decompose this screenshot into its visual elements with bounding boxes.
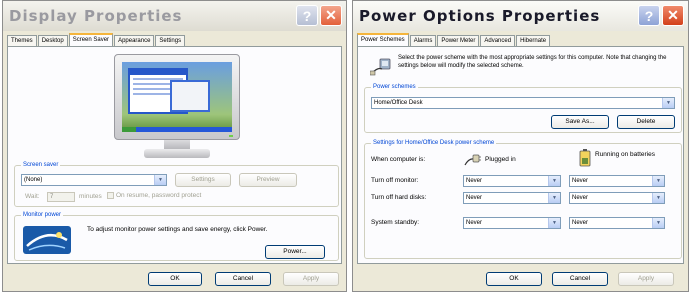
chevron-down-icon: ▼ (652, 193, 664, 203)
chevron-down-icon: ▼ (548, 176, 560, 186)
monitor-screen (122, 62, 232, 132)
hard-disks-battery-select[interactable]: Never ▼ (569, 192, 665, 204)
power-tabs: Power Schemes Alarms Power Meter Advance… (357, 33, 551, 46)
power-titlebar[interactable]: Power Options Properties ? ✕ (353, 1, 688, 31)
preview-taskbar (122, 127, 232, 132)
screen-saver-group: Screen saver (None) ▼ Settings Preview W… (14, 161, 339, 207)
standby-plugged-select[interactable]: Never ▼ (463, 217, 561, 229)
monitor-power-text: To adjust monitor power settings and sav… (87, 226, 268, 233)
screen-saver-preview-button[interactable]: Preview (239, 173, 297, 187)
password-protect-checkbox[interactable] (107, 192, 114, 199)
standby-battery-value: Never (572, 220, 589, 226)
plug-icon (464, 154, 481, 166)
chevron-down-icon: ▼ (548, 193, 560, 203)
tab-power-meter[interactable]: Power Meter (437, 35, 480, 46)
tab-desktop[interactable]: Desktop (37, 35, 68, 46)
tab-alarms[interactable]: Alarms (409, 35, 437, 46)
power-cancel-button[interactable]: Cancel (552, 272, 608, 286)
monitor-power-group-label: Monitor power (21, 211, 64, 219)
power-intro-text: Select the power scheme with the most ap… (398, 55, 667, 69)
close-button[interactable]: ✕ (662, 5, 684, 26)
hard-disks-plugged-select[interactable]: Never ▼ (463, 192, 561, 204)
monitor-power-group: Monitor power To adjust monitor power se… (14, 211, 339, 261)
standby-plugged-value: Never (466, 220, 483, 226)
wait-minutes-spinner[interactable]: 7 (47, 192, 75, 202)
power-title: Power Options Properties (359, 7, 601, 25)
on-batteries-label: Running on batteries (595, 151, 655, 158)
screen-saver-select[interactable]: (None) ▼ (21, 174, 167, 186)
help-icon: ? (302, 7, 312, 24)
scheme-settings-group-label: Settings for Home/Office Desk power sche… (371, 139, 497, 147)
screen-saver-group-label: Screen saver (21, 161, 61, 169)
power-plug-icon (370, 58, 391, 76)
preview-window-secondary (170, 80, 210, 112)
save-as-button[interactable]: Save As... (551, 115, 609, 129)
power-scheme-select[interactable]: Home/Office Desk ▼ (371, 97, 675, 109)
power-button[interactable]: Power... (265, 245, 325, 259)
wait-minutes-value: 7 (50, 194, 54, 200)
close-icon: ✕ (325, 7, 337, 23)
display-apply-button[interactable]: Apply (283, 272, 339, 286)
close-button[interactable]: ✕ (320, 5, 342, 26)
monitor-battery-value: Never (572, 178, 589, 184)
monitor-base (144, 149, 210, 158)
wait-label: Wait: (25, 193, 40, 200)
turn-off-monitor-label: Turn off monitor: (371, 177, 419, 184)
tab-hibernate[interactable]: Hibernate (516, 35, 551, 46)
plugged-in-label: Plugged in (485, 156, 516, 163)
display-titlebar[interactable]: Display Properties ? ✕ (3, 1, 346, 31)
help-icon: ? (644, 7, 654, 24)
minutes-label: minutes (79, 193, 102, 200)
tab-screen-saver[interactable]: Screen Saver (68, 33, 114, 46)
monitor-plugged-value: Never (466, 178, 483, 184)
tab-themes[interactable]: Themes (7, 35, 37, 46)
display-properties-dialog: Display Properties ? ✕ Themes Desktop Sc… (2, 0, 347, 292)
monitor-plugged-select[interactable]: Never ▼ (463, 175, 561, 187)
display-tabs: Themes Desktop Screen Saver Appearance S… (7, 33, 186, 46)
power-schemes-panel: Select the power scheme with the most ap… (357, 46, 684, 264)
tab-power-schemes[interactable]: Power Schemes (357, 33, 409, 46)
energy-star-logo (23, 226, 71, 254)
scheme-settings-group: Settings for Home/Office Desk power sche… (364, 139, 682, 259)
hard-disks-battery-value: Never (572, 195, 589, 201)
monitor-led (229, 135, 233, 137)
power-apply-button[interactable]: Apply (618, 272, 674, 286)
tab-appearance[interactable]: Appearance (114, 35, 155, 46)
power-schemes-group-label: Power schemes (371, 83, 418, 91)
hard-disks-plugged-value: Never (466, 195, 483, 201)
when-computer-is-label: When computer is: (371, 156, 426, 163)
monitor-battery-select[interactable]: Never ▼ (569, 175, 665, 187)
password-protect-label: On resume, password protect (116, 192, 202, 200)
monitor-preview (114, 54, 240, 159)
delete-button[interactable]: Delete (617, 115, 675, 129)
power-scheme-select-value: Home/Office Desk (374, 100, 423, 106)
power-schemes-group: Power schemes Home/Office Desk ▼ Save As… (364, 83, 682, 133)
help-button[interactable]: ? (296, 5, 318, 26)
standby-battery-select[interactable]: Never ▼ (569, 217, 665, 229)
turn-off-hard-disks-label: Turn off hard disks: (371, 194, 427, 201)
chevron-down-icon: ▼ (652, 218, 664, 228)
close-icon: ✕ (667, 7, 679, 23)
help-button[interactable]: ? (638, 5, 660, 26)
screen-saver-settings-button[interactable]: Settings (175, 173, 231, 187)
screen-saver-select-value: (None) (24, 177, 43, 183)
power-options-dialog: Power Options Properties ? ✕ Power Schem… (352, 0, 689, 292)
battery-icon (579, 149, 591, 167)
display-ok-button[interactable]: OK (148, 272, 202, 286)
chevron-down-icon: ▼ (652, 176, 664, 186)
monitor-neck (164, 140, 190, 149)
tab-advanced[interactable]: Advanced (480, 35, 516, 46)
power-ok-button[interactable]: OK (486, 272, 542, 286)
chevron-down-icon: ▼ (154, 175, 166, 185)
screen-saver-panel: Screen saver (None) ▼ Settings Preview W… (7, 46, 342, 264)
system-standby-label: System standby: (371, 219, 420, 226)
tab-settings[interactable]: Settings (155, 35, 186, 46)
monitor-frame (114, 54, 240, 140)
preview-start-button (122, 127, 136, 132)
chevron-down-icon: ▼ (662, 98, 674, 108)
password-protect-option[interactable]: On resume, password protect (107, 192, 201, 200)
chevron-down-icon: ▼ (548, 218, 560, 228)
display-cancel-button[interactable]: Cancel (215, 272, 271, 286)
display-title: Display Properties (9, 7, 183, 25)
